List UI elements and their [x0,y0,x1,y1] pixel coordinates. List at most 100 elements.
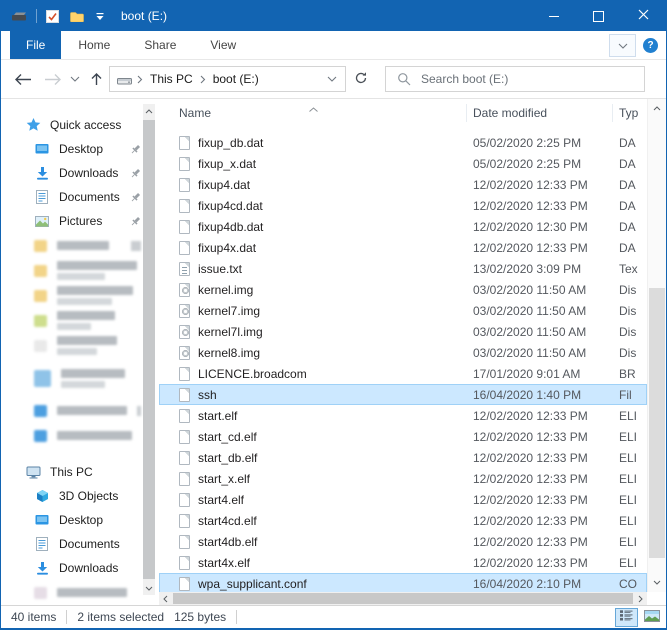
table-row[interactable]: fixup4db.dat 12/02/2020 12:30 PM DA [159,216,647,237]
horizontal-scrollbar-thumb[interactable] [173,593,633,604]
items-count: 40 items [11,610,57,624]
file-blank-icon [179,492,190,507]
redacted-sidebar-item[interactable] [1,358,159,398]
forward-button[interactable] [44,73,62,86]
table-row[interactable]: fixup4x.dat 12/02/2020 12:33 PM DA [159,237,647,258]
history-dropdown-icon[interactable] [70,76,80,82]
chevron-right-icon[interactable] [200,75,206,84]
table-row[interactable]: kernel.img 03/02/2020 11:50 AM Dis [159,279,647,300]
vertical-scrollbar[interactable] [647,99,666,592]
table-row[interactable]: start_cd.elf 12/02/2020 12:33 PM ELI [159,426,647,447]
chevron-right-icon[interactable] [137,75,143,84]
redacted-sidebar-item[interactable] [1,258,159,283]
pin-icon[interactable] [130,168,141,179]
pin-icon[interactable] [130,144,141,155]
address-dropdown-icon[interactable] [327,76,345,82]
table-row[interactable]: start_x.elf 12/02/2020 12:33 PM ELI [159,468,647,489]
table-row[interactable]: fixup4.dat 12/02/2020 12:33 PM DA [159,174,647,195]
redacted-item-text [57,241,109,250]
sidebar-item-quick-access[interactable]: Quick access [1,113,159,137]
table-row[interactable]: start4cd.elf 12/02/2020 12:33 PM ELI [159,510,647,531]
column-header-date-modified[interactable]: Date modified [467,103,613,122]
redacted-sidebar-item[interactable] [1,580,159,605]
tab-home[interactable]: Home [61,31,127,59]
qat-dropdown-icon[interactable] [95,12,105,21]
redacted-sidebar-item[interactable] [1,423,159,448]
scroll-left-icon[interactable] [159,592,172,605]
sidebar-item[interactable]: Documents [1,185,159,209]
scroll-down-icon[interactable] [648,575,666,590]
pin-icon[interactable] [130,192,141,203]
titlebar[interactable]: boot (E:) [1,1,666,31]
sort-ascending-icon[interactable] [309,101,318,115]
close-button[interactable] [621,1,666,31]
details-view-button[interactable] [615,607,638,627]
sidebar-item[interactable]: Documents [1,532,159,556]
tab-view[interactable]: View [193,31,253,59]
pin-icon[interactable] [130,216,141,227]
table-row[interactable]: start.elf 12/02/2020 12:33 PM ELI [159,405,647,426]
table-row[interactable]: LICENCE.broadcom 17/01/2020 9:01 AM BR [159,363,647,384]
checkbox-icon[interactable] [46,9,59,23]
table-row[interactable]: start_db.elf 12/02/2020 12:33 PM ELI [159,447,647,468]
table-row[interactable]: start4x.elf 12/02/2020 12:33 PM ELI [159,552,647,573]
tab-file[interactable]: File [10,31,62,59]
sidebar-item[interactable]: Downloads [1,161,159,185]
refresh-button[interactable] [346,67,376,91]
sidebar-item-label: 3D Objects [59,489,119,503]
refresh-icon [354,71,368,88]
scroll-down-icon[interactable] [143,581,155,595]
folder-icon[interactable] [70,11,84,22]
redacted-sidebar-item[interactable] [1,398,159,423]
table-row[interactable]: kernel7.img 03/02/2020 11:50 AM Dis [159,300,647,321]
table-row[interactable]: ssh 16/04/2020 1:40 PM Fil [159,384,647,405]
scroll-right-icon[interactable] [634,592,647,605]
table-row[interactable]: fixup_db.dat 05/02/2020 2:25 PM DA [159,132,647,153]
expand-ribbon-button[interactable] [609,33,636,57]
sidebar-item[interactable]: 3D Objects [1,484,159,508]
sidebar-item-label: Desktop [59,142,104,156]
help-button[interactable]: ? [643,37,658,53]
sidebar-scrollbar[interactable] [143,104,155,595]
up-button[interactable] [90,72,103,86]
back-button[interactable] [14,73,32,86]
table-row[interactable]: fixup_x.dat 05/02/2020 2:25 PM DA [159,153,647,174]
sidebar-scrollbar-thumb[interactable] [143,120,155,579]
redacted-sidebar-item[interactable] [1,333,159,358]
table-row[interactable]: start4db.elf 12/02/2020 12:33 PM ELI [159,531,647,552]
horizontal-scrollbar[interactable] [159,592,647,605]
file-blank-icon [179,135,190,150]
scroll-up-icon[interactable] [648,101,666,116]
table-row[interactable]: issue.txt 13/02/2020 3:09 PM Tex [159,258,647,279]
redacted-sidebar-item[interactable] [1,283,159,308]
file-name: start_x.elf [198,471,251,486]
thumbnail-view-button[interactable] [640,608,663,627]
table-row[interactable]: fixup4cd.dat 12/02/2020 12:33 PM DA [159,195,647,216]
column-header-type[interactable]: Typ [613,104,647,122]
table-row[interactable]: kernel7l.img 03/02/2020 11:50 AM Dis [159,321,647,342]
redacted-sidebar-item[interactable] [1,308,159,333]
main-area: Quick access Desktop Downloads Documents… [1,99,666,605]
redacted-sidebar-item[interactable] [1,233,159,258]
sidebar-item-this-pc[interactable]: This PC [1,460,159,484]
search-input[interactable] [419,71,644,87]
table-row[interactable]: wpa_supplicant.conf 16/04/2020 2:10 PM C… [159,573,647,592]
sidebar-item[interactable]: Desktop [1,137,159,161]
file-type: Dis [619,345,637,360]
tab-share[interactable]: Share [127,31,193,59]
breadcrumb-segment-this-pc[interactable]: This PC [146,72,197,86]
breadcrumb-segment-drive[interactable]: boot (E:) [209,72,263,86]
minimize-icon [548,15,559,17]
sidebar-item[interactable]: Desktop [1,508,159,532]
sidebar-item[interactable]: Pictures [1,209,159,233]
minimize-button[interactable] [531,1,576,31]
file-blank-icon [179,177,190,192]
breadcrumb[interactable]: This PC boot (E:) [109,66,346,92]
maximize-button[interactable] [576,1,621,31]
file-date-modified: 17/01/2020 9:01 AM [473,366,581,381]
scroll-up-icon[interactable] [143,104,155,118]
table-row[interactable]: kernel8.img 03/02/2020 11:50 AM Dis [159,342,647,363]
table-row[interactable]: start4.elf 12/02/2020 12:33 PM ELI [159,489,647,510]
sidebar-item[interactable]: Downloads [1,556,159,580]
vertical-scrollbar-thumb[interactable] [649,288,665,558]
